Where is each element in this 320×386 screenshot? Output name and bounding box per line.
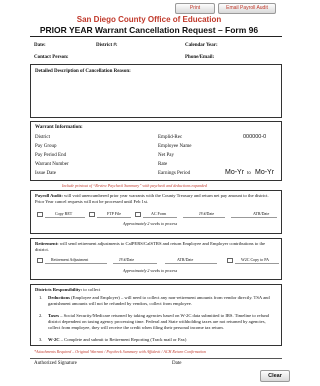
- pay-period-end-label: Pay Period End: [35, 153, 67, 158]
- retirement-box: Retirement: will send retirement adjustm…: [30, 238, 282, 280]
- paycheck-summary-note: Include printout of “Review Paycheck Sum…: [62, 183, 207, 188]
- signature-rule: [30, 358, 282, 359]
- resp-item-3-number: 3.: [39, 337, 43, 342]
- resp-item-1-number: 1.: [39, 295, 43, 300]
- ret-jv-date-line: [113, 263, 157, 264]
- retirement-text: Retirement: will send retirement adjustm…: [35, 241, 266, 252]
- email-payroll-audit-button[interactable]: Email Payroll Audit: [218, 3, 276, 14]
- district-label: District #:: [96, 43, 118, 48]
- clear-button[interactable]: Clear: [260, 370, 290, 382]
- w2c-copy-line: [235, 263, 279, 264]
- payroll-audit-text: Payroll Audit: will void unencumbered pr…: [35, 193, 269, 204]
- print-button[interactable]: Print: [175, 3, 215, 14]
- copy-ret-checkbox[interactable]: [37, 212, 43, 217]
- warrant-heading: Warrant Information:: [35, 125, 83, 130]
- col-atr-date: ATR/Date: [253, 211, 270, 216]
- ac-form-line: [143, 217, 177, 218]
- net-pay-label: Net Pay: [158, 153, 174, 158]
- retirement-approx-note: Approximately 2 weeks to process: [123, 268, 178, 273]
- ret-atr-date-line: [165, 263, 217, 264]
- resp-item-2-number: 2.: [39, 313, 43, 318]
- w2c-copy-checkbox[interactable]: [227, 258, 233, 263]
- district-resp-heading: Districts Responsibility: to collect: [35, 287, 101, 292]
- district-field-label: District: [35, 135, 50, 140]
- org-title: San Diego County Office of Education: [76, 15, 222, 24]
- district-responsibility-box: Districts Responsibility: to collect 1. …: [30, 284, 282, 346]
- issue-date-label: Issue Date: [35, 171, 56, 176]
- payroll-approx-note: Approximately 2 weeks to process: [123, 221, 178, 226]
- employee-name-label: Employee Name: [158, 144, 192, 149]
- col-w2c-copy: W2C Copy to PA: [241, 257, 269, 262]
- phone-email-label: Phone/Email:: [185, 55, 215, 60]
- retirement-adjustment-checkbox[interactable]: [37, 258, 43, 263]
- col-ret-jv-date: JV#/Date: [119, 257, 135, 262]
- col-ftp-file: FTP File: [107, 211, 121, 216]
- earnings-period-label: Earnings Period: [158, 171, 191, 176]
- attachments-note: *Attachments Required – Original Warrant…: [34, 349, 206, 354]
- jv-date-line: [183, 217, 225, 218]
- resp-item-1: Deductions (Employee and Employer) – wil…: [48, 295, 270, 306]
- copy-ret-line: [45, 217, 85, 218]
- contact-person-label: Contact Person:: [34, 55, 69, 60]
- warrant-info-box: Warrant Information: District Emplid-Rec…: [30, 121, 282, 181]
- reason-label: Detailed Description of Cancellation Rea…: [35, 69, 131, 74]
- ftp-file-checkbox[interactable]: [89, 212, 95, 217]
- col-ac-form: AC Form: [151, 211, 167, 216]
- payroll-audit-box: Payroll Audit: will void unencumbered pr…: [30, 190, 282, 234]
- emplid-value[interactable]: 000000-0: [243, 134, 266, 140]
- retirement-adjustment-line: [45, 263, 107, 264]
- ac-form-checkbox[interactable]: [135, 212, 141, 217]
- ftp-file-line: [97, 217, 131, 218]
- col-copy-ret: Copy RET: [55, 211, 73, 216]
- earnings-to-separator: to: [247, 171, 251, 176]
- reason-box[interactable]: Detailed Description of Cancellation Rea…: [30, 64, 282, 118]
- emplid-label: Emplid-Rec: [158, 135, 183, 140]
- signature-date-label: Date: [172, 361, 182, 366]
- atr-date-line: [231, 217, 277, 218]
- pay-group-label: Pay Group: [35, 144, 57, 149]
- col-jv-date: JV#/Date: [199, 211, 215, 216]
- resp-item-2: Taxes – Social Security/Medicare returne…: [48, 313, 269, 330]
- header-rule: [30, 36, 282, 37]
- earnings-to-field[interactable]: Mo-Yr: [255, 169, 274, 176]
- form-title: PRIOR YEAR Warrant Cancellation Request …: [39, 25, 259, 35]
- earnings-from-field[interactable]: Mo-Yr: [225, 169, 244, 176]
- resp-item-3: W-2C – Complete and submit to Retirement…: [48, 337, 187, 342]
- authorized-signature-label: Authorized Signature: [34, 361, 77, 366]
- calendar-year-label: Calendar Year:: [185, 43, 218, 48]
- rate-label: Rate: [158, 162, 168, 167]
- col-ret-atr-date: ATR/Date: [177, 257, 194, 262]
- date-label: Date:: [34, 43, 46, 48]
- warrant-number-label: Warrant Number: [35, 162, 69, 167]
- col-retirement-adjustment: Retirement Adjustment: [51, 257, 89, 262]
